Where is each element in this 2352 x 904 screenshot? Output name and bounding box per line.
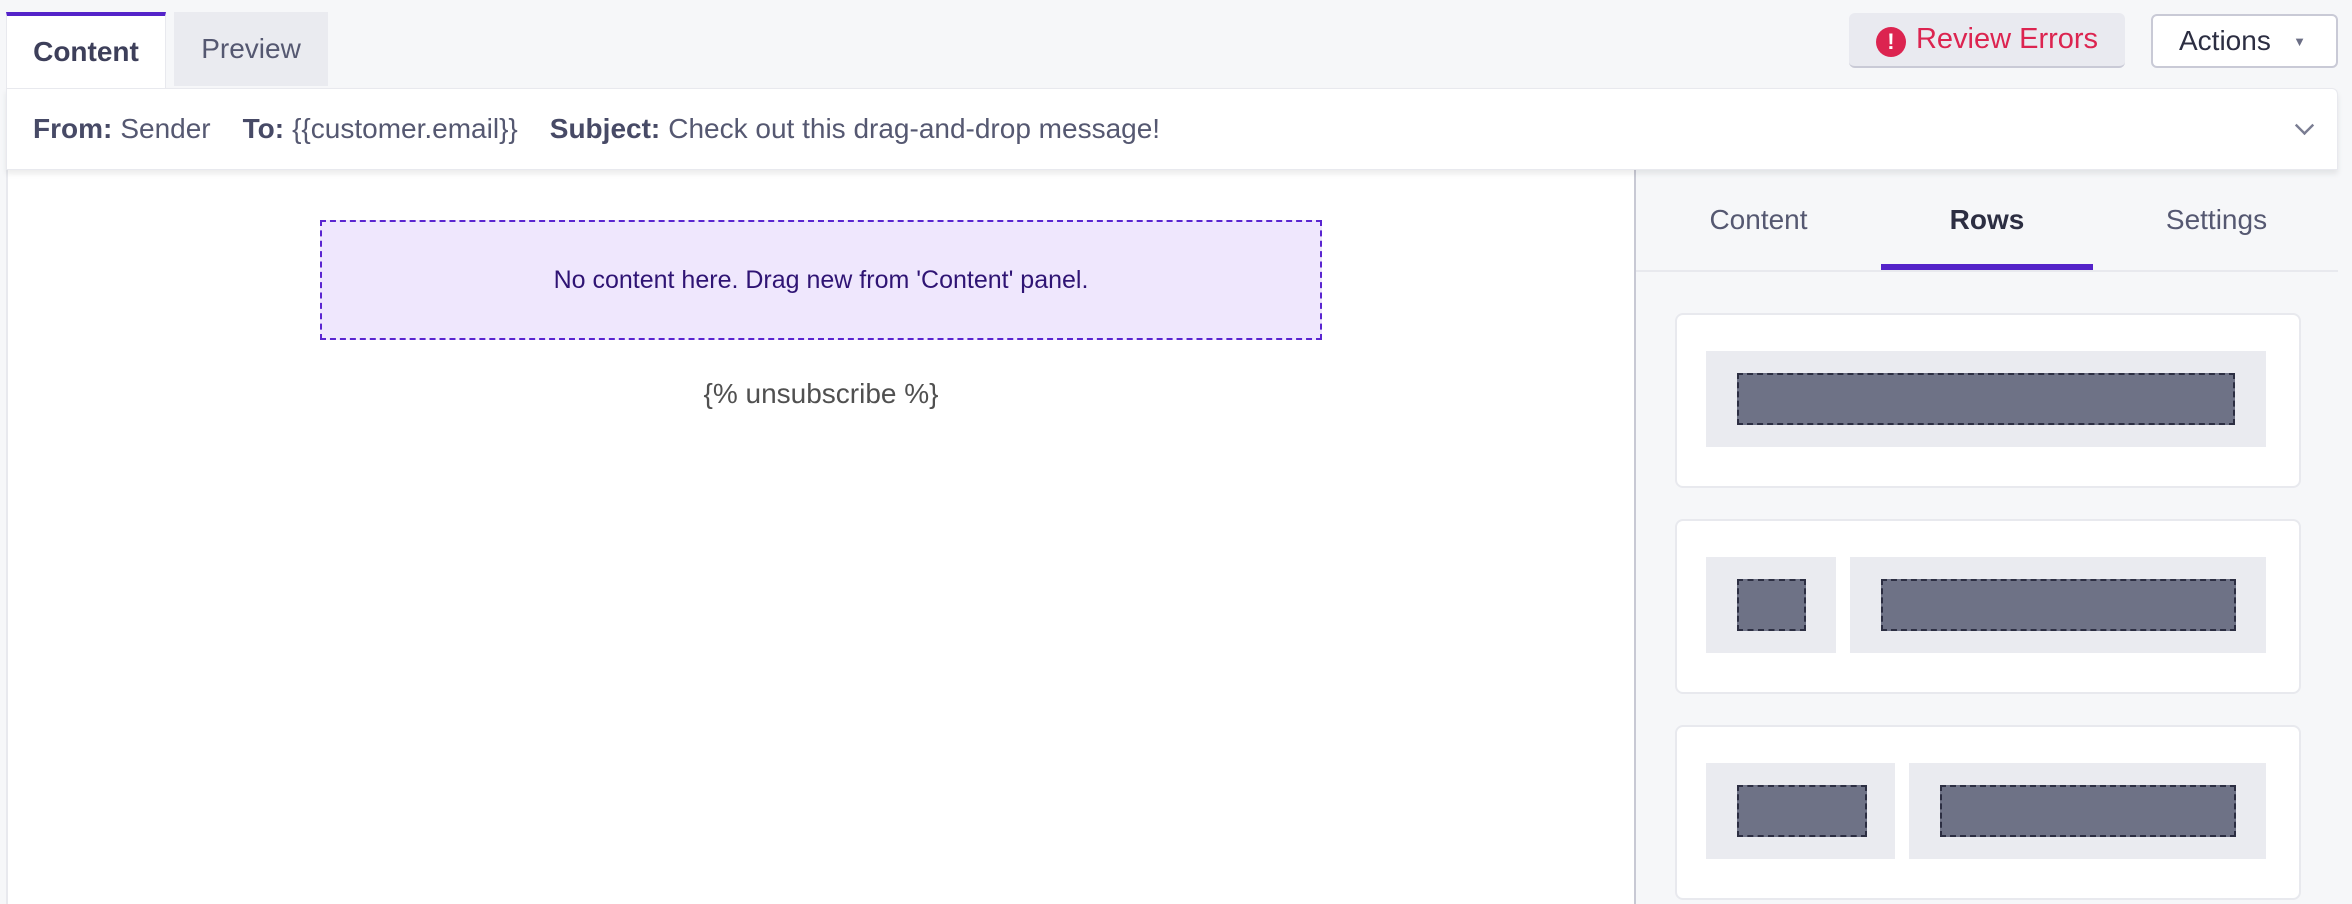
- panel-tab-content-label: Content: [1709, 204, 1808, 235]
- to-label: To:: [242, 113, 285, 144]
- panel-tab-rows[interactable]: Rows: [1881, 170, 2093, 270]
- row-layout-two-column-wide[interactable]: [1675, 725, 2301, 900]
- unsubscribe-tag[interactable]: {% unsubscribe %}: [320, 378, 1322, 418]
- row-column: [1706, 763, 1895, 859]
- column-placeholder: [1737, 373, 2235, 425]
- empty-dropzone[interactable]: No content here. Drag new from 'Content'…: [320, 220, 1322, 340]
- row-layout-one-column[interactable]: [1675, 313, 2301, 488]
- from-value: Sender: [120, 113, 211, 144]
- review-errors-label: Review Errors: [1915, 23, 2099, 55]
- row-column: [1706, 351, 2266, 447]
- actions-dropdown[interactable]: Actions ▼: [2151, 14, 2338, 68]
- panel-tab-settings[interactable]: Settings: [2093, 170, 2340, 270]
- subject-value: Check out this drag-and-drop message!: [668, 113, 1161, 144]
- column-placeholder: [1737, 785, 1867, 837]
- panel-tab-settings-label: Settings: [2165, 204, 2268, 235]
- subject-label: Subject:: [549, 113, 661, 144]
- column-placeholder: [1940, 785, 2236, 837]
- row-column: [1850, 557, 2266, 653]
- chevron-down-icon[interactable]: [2294, 115, 2315, 136]
- dropzone-text: No content here. Drag new from 'Content'…: [553, 265, 1089, 294]
- panel-tab-content[interactable]: Content: [1636, 170, 1881, 270]
- column-placeholder: [1737, 579, 1806, 631]
- caret-down-icon: ▼: [2293, 34, 2306, 49]
- review-errors-button[interactable]: ! Review Errors: [1849, 13, 2125, 68]
- side-panel: Content Rows Settings: [1634, 170, 2338, 904]
- column-placeholder: [1881, 579, 2236, 631]
- tab-content[interactable]: Content: [6, 12, 166, 88]
- row-layout-two-column-narrow[interactable]: [1675, 519, 2301, 694]
- tab-preview[interactable]: Preview: [174, 12, 328, 86]
- row-column: [1909, 763, 2266, 859]
- row-column: [1706, 557, 1836, 653]
- message-header: From: Sender To: {{customer.email}} Subj…: [6, 88, 2338, 170]
- tab-divider: [1636, 270, 2338, 272]
- tab-preview-label: Preview: [201, 33, 301, 64]
- from-label: From:: [33, 113, 113, 144]
- actions-label: Actions: [2179, 25, 2271, 56]
- tab-content-label: Content: [33, 36, 139, 67]
- panel-tab-rows-label: Rows: [1949, 204, 2025, 235]
- to-value: {{customer.email}}: [292, 113, 518, 144]
- error-icon: !: [1875, 26, 1906, 57]
